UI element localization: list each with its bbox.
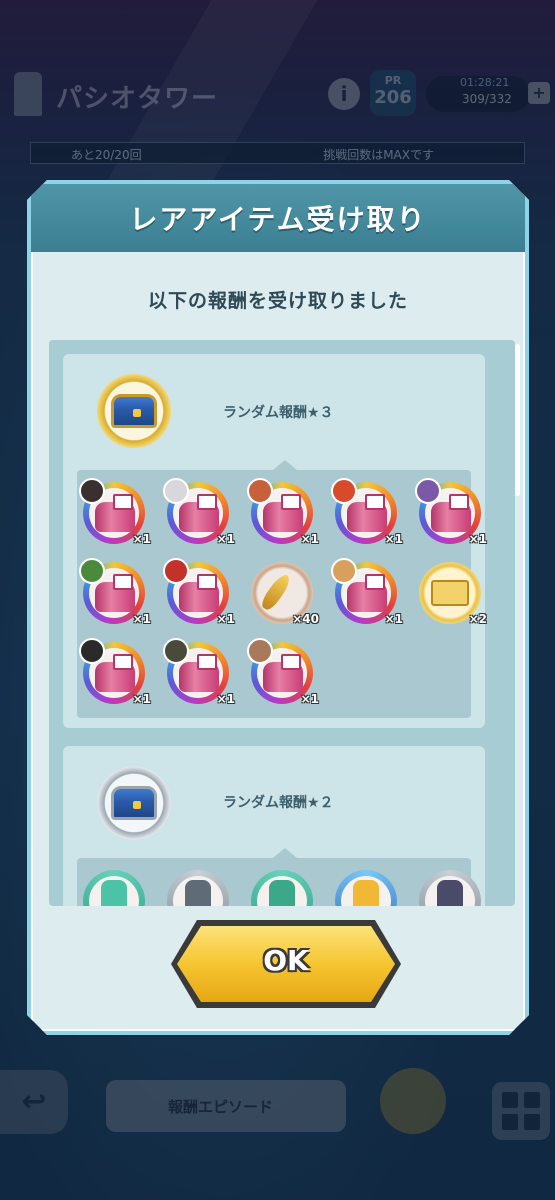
potion-icon [269, 880, 295, 906]
card-icon [281, 654, 301, 670]
outfit-item[interactable]: ×1 [79, 558, 151, 626]
outfit-item[interactable]: ×1 [79, 478, 151, 546]
card-icon [197, 494, 217, 510]
potion-item[interactable] [335, 870, 397, 906]
item-quantity: ×1 [216, 532, 235, 546]
chest-lock [133, 801, 141, 809]
outfit-item[interactable]: ×1 [163, 638, 235, 706]
group-label: ランダム報酬★３ [223, 405, 334, 421]
group-notch [273, 460, 297, 470]
card-icon [365, 494, 385, 510]
trainer-portrait [163, 638, 189, 664]
card-icon [113, 574, 133, 590]
item-quantity: ×1 [300, 532, 319, 546]
trainer-portrait [79, 478, 105, 504]
potion-icon [101, 880, 127, 906]
trainer-portrait [163, 478, 189, 504]
trainer-portrait [79, 558, 105, 584]
rare-item-modal: レアアイテム受け取り 以下の報酬を受け取りました ランダム報酬★３ ×1 ×1 … [27, 180, 529, 1035]
card-icon [365, 574, 385, 590]
outfit-item[interactable]: ×1 [415, 478, 487, 546]
item-quantity: ×2 [468, 612, 487, 626]
chest-lock [133, 409, 141, 417]
outfit-item[interactable]: ×1 [331, 478, 403, 546]
trainer-portrait [247, 478, 273, 504]
card-icon [113, 494, 133, 510]
reward-group: ランダム報酬★２ [63, 746, 485, 906]
item-quantity: ×1 [384, 612, 403, 626]
trainer-portrait [163, 558, 189, 584]
modal-title: レアアイテム受け取り [129, 203, 427, 236]
item-quantity: ×1 [468, 532, 487, 546]
trainer-portrait [247, 638, 273, 664]
modal-subtitle: 以下の報酬を受け取りました [147, 290, 408, 312]
item-quantity: ×1 [300, 692, 319, 706]
outfit-item[interactable]: ×1 [163, 478, 235, 546]
trainer-portrait [331, 478, 357, 504]
reward-list[interactable]: ランダム報酬★３ ×1 ×1 ×1 ×1 ×1 ×1 ×1 ×40 ×1 ×2 … [49, 340, 515, 906]
item-quantity: ×1 [216, 692, 235, 706]
card-icon [197, 574, 217, 590]
item-quantity: ×1 [132, 532, 151, 546]
silver-treasure-chest-icon [97, 766, 171, 840]
gear-item[interactable] [167, 870, 229, 906]
item-quantity: ×40 [292, 612, 319, 626]
item-quantity: ×1 [384, 532, 403, 546]
card-icon [449, 494, 469, 510]
reward-group: ランダム報酬★３ ×1 ×1 ×1 ×1 ×1 ×1 ×1 ×40 ×1 ×2 … [63, 354, 487, 728]
gold-treasure-chest-icon [97, 374, 171, 448]
item-quantity: ×1 [132, 692, 151, 706]
scrollbar[interactable] [515, 344, 520, 496]
book-item[interactable] [419, 870, 481, 906]
outfit-item[interactable]: ×1 [163, 558, 235, 626]
ticket-item[interactable]: ×2 [419, 562, 487, 626]
outfit-item[interactable]: ×1 [79, 638, 151, 706]
ok-label: OK [263, 944, 309, 977]
chest-box [111, 394, 157, 428]
card-icon [281, 494, 301, 510]
ticket-icon [431, 580, 469, 606]
gold-feather-item[interactable]: ×40 [251, 562, 319, 626]
card-icon [113, 654, 133, 670]
trainer-portrait [331, 558, 357, 584]
modal-header: レアアイテム受け取り [31, 184, 525, 252]
outfit-item[interactable]: ×1 [247, 478, 319, 546]
outfit-item[interactable]: ×1 [247, 638, 319, 706]
reward-grid [77, 858, 481, 906]
trainer-portrait [415, 478, 441, 504]
group-label: ランダム報酬★２ [223, 795, 334, 811]
chest-box [111, 786, 157, 820]
outfit-item[interactable]: ×1 [331, 558, 403, 626]
card-icon [197, 654, 217, 670]
book-icon [437, 880, 463, 906]
reward-grid: ×1 ×1 ×1 ×1 ×1 ×1 ×1 ×40 ×1 ×2 ×1 ×1 ×1 [77, 470, 487, 718]
trainer-portrait [79, 638, 105, 664]
potion-item[interactable] [83, 870, 145, 906]
item-quantity: ×1 [132, 612, 151, 626]
group-notch [273, 848, 297, 858]
potion-icon [353, 880, 379, 906]
item-quantity: ×1 [216, 612, 235, 626]
potion-item[interactable] [251, 870, 313, 906]
gear-icon [185, 880, 211, 906]
